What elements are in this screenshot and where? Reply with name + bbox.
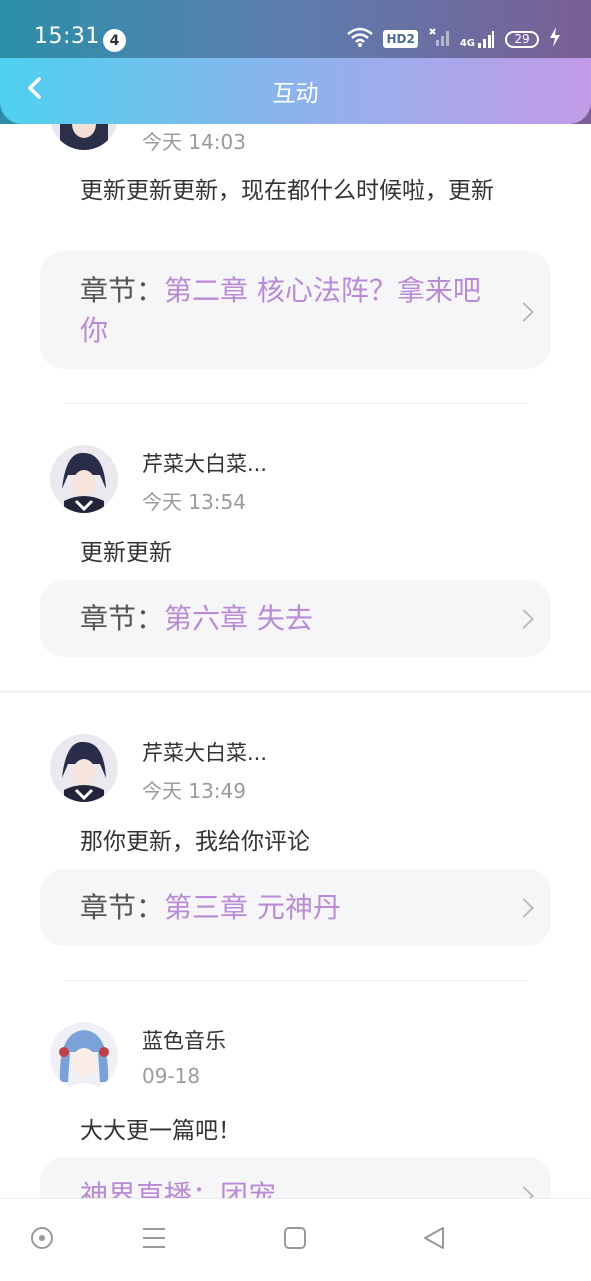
charging-icon [549,27,561,51]
chapter-link[interactable]: 章节：第三章 元神丹 [40,869,551,946]
avatar[interactable] [50,734,118,802]
battery-icon: 29 [505,30,539,48]
comment-text: 更新更新 [80,540,172,566]
hd-icon: HD2 [383,30,418,48]
status-time: 15:31 [34,24,100,49]
avatar[interactable] [50,445,118,513]
notification-badge: 4 [103,29,126,52]
chevron-right-icon [514,609,534,629]
system-nav-bar [0,1198,591,1281]
comment-time: 今天 14:03 [142,130,246,154]
network-label: 4G [459,38,475,49]
username[interactable]: 蓝色音乐 [142,1025,226,1055]
chapter-prefix: 章节： [80,891,165,924]
chapter-link[interactable]: 章节：第六章 失去 [40,580,551,657]
chapter-label: 章节：第六章 失去 [80,599,503,639]
signal-icon [428,27,450,51]
chapter-prefix: 章节： [80,602,165,635]
chapter-name: 神界直播：团宠 [80,1179,277,1198]
avatar[interactable] [50,1022,118,1090]
page-title: 互动 [272,81,319,107]
home-circle-icon [29,1225,55,1255]
menu-icon [141,1226,167,1254]
chapter-label: 神界直播：团宠 [80,1176,503,1198]
app-header: 互动 [0,58,591,124]
chevron-right-icon [514,302,534,322]
chevron-right-icon [514,898,534,918]
comment-time: 09-18 [142,1064,201,1088]
chapter-label: 章节：第二章 核心法阵？拿来吧你 [80,271,503,351]
chapter-link[interactable]: 章节：第二章 核心法阵？拿来吧你 [40,251,551,369]
wifi-icon [347,27,374,51]
status-bar: 15:31 4 HD2 4G 29 [0,0,591,58]
comment-time: 今天 13:54 [142,490,246,514]
recents-button[interactable] [275,1223,315,1257]
system-back-button[interactable] [414,1223,454,1257]
menu-button[interactable] [134,1223,174,1257]
chapter-prefix: 章节： [80,274,165,307]
comment-text: 那你更新，我给你评论 [80,829,310,855]
back-button[interactable] [16,72,52,108]
status-icons: HD2 4G 29 [347,27,561,51]
comment-list[interactable]: 今天 14:03 更新更新更新，现在都什么时候啦，更新 章节：第二章 核心法阵？… [0,0,591,1198]
comment-text: 更新更新更新，现在都什么时候啦，更新 [80,178,494,204]
square-icon [283,1226,307,1254]
home-button[interactable] [22,1223,62,1257]
chevron-left-icon [26,76,42,104]
comment-time: 今天 13:49 [142,779,246,803]
signal-4g-icon: 4G [460,29,495,49]
chapter-link[interactable]: 神界直播：团宠 [40,1157,551,1198]
chevron-right-icon [514,1186,534,1198]
back-triangle-icon [421,1225,447,1255]
divider [64,403,527,404]
chapter-name: 第六章 失去 [164,602,313,635]
divider [64,980,527,981]
divider [0,690,591,693]
comment-text: 大大更一篇吧！ [80,1118,241,1144]
username[interactable]: 芹菜大白菜... [142,448,267,478]
username[interactable]: 芹菜大白菜... [142,737,267,767]
chapter-name: 第三章 元神丹 [164,891,341,924]
chapter-label: 章节：第三章 元神丹 [80,888,503,928]
